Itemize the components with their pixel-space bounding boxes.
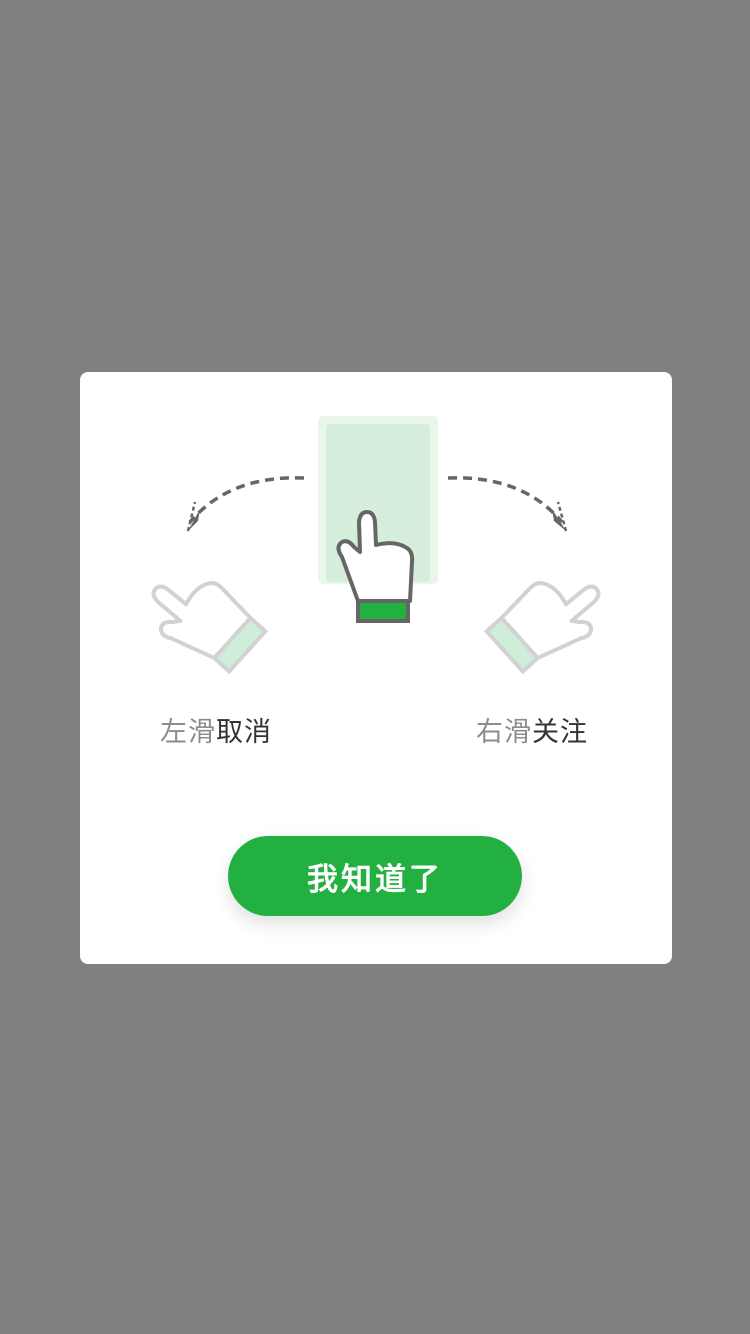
- swipe-left-prefix: 左滑: [160, 717, 216, 748]
- swipe-right-prefix: 右滑: [476, 717, 532, 748]
- got-it-button[interactable]: 我知道了: [228, 836, 522, 916]
- dashed-arrow-right-icon: [447, 476, 568, 532]
- swipe-guide-illustration: [151, 416, 601, 675]
- swipe-left-action: 取消: [216, 717, 272, 748]
- hand-pointer-left-icon: [151, 580, 269, 675]
- swipe-right-hint: 右滑关注: [476, 715, 588, 751]
- swipe-right-action: 关注: [532, 717, 588, 748]
- swipe-left-hint: 左滑取消: [160, 715, 272, 751]
- hand-pointer-right-icon: [483, 580, 601, 675]
- dashed-arrow-left-icon: [186, 476, 305, 532]
- swipe-guide-dialog: 左滑取消 右滑关注 我知道了: [80, 372, 672, 964]
